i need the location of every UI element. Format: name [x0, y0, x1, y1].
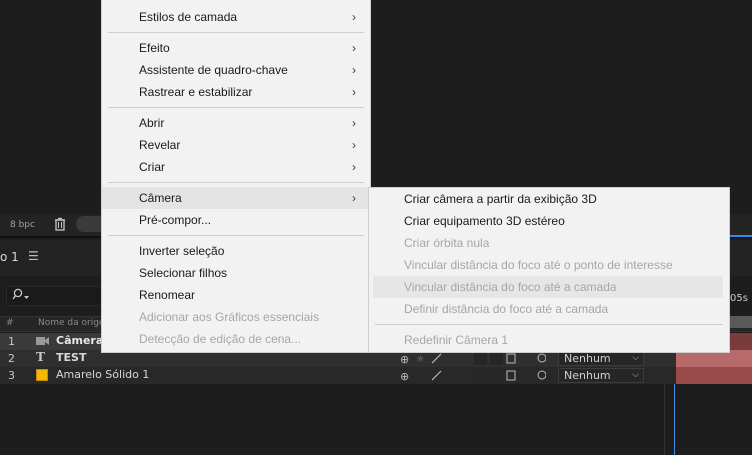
menu-item-keyframe-assistant[interactable]: Assistente de quadro-chave ›	[102, 59, 370, 81]
menu-item-label: Criar	[139, 160, 165, 174]
menu-item-label: Pré-compor...	[139, 213, 212, 227]
menu-item-label: Renomear	[139, 288, 196, 302]
menu-top-cut	[102, 0, 370, 3]
chevron-right-icon: ›	[352, 191, 356, 205]
submenu-item-link-focus-to-poi: Vincular distância do foco até o ponto d…	[369, 254, 729, 276]
submenu-item-create-orbit-null: Criar órbita nula	[369, 232, 729, 254]
parent-link-value: Nenhum	[564, 352, 611, 365]
submenu-item-label: Criar órbita nula	[404, 236, 490, 250]
chevron-right-icon: ›	[352, 160, 356, 174]
submenu-item-label: Vincular distância do foco até o ponto d…	[404, 258, 673, 272]
menu-item-track-stabilize[interactable]: Rastrear e estabilizar ›	[102, 81, 370, 103]
layer-context-menu: Estilos de camada › Efeito › Assistente de…	[101, 0, 371, 353]
timeline-divider	[664, 384, 665, 455]
bit-depth-label[interactable]: 8 bpc	[10, 218, 40, 232]
parent-link-dropdown[interactable]: Nenhum ⌵	[558, 368, 644, 383]
menu-item-open[interactable]: Abrir ›	[102, 112, 370, 134]
trash-icon[interactable]	[52, 216, 68, 232]
layer-number: 1	[8, 335, 15, 348]
submenu-item-label: Criar equipamento 3D estéreo	[404, 214, 565, 228]
menu-item-label: Estilos de camada	[139, 10, 238, 24]
submenu-item-label: Redefinir Câmera 1	[404, 333, 509, 347]
time-ruler-label: 05s	[730, 293, 748, 304]
submenu-item-label: Definir distância do foco até a camada	[404, 302, 609, 316]
layer-number: 3	[8, 369, 15, 382]
current-time-indicator-line	[674, 384, 675, 455]
menu-separator	[108, 182, 364, 183]
layer-number: 2	[8, 352, 15, 365]
menu-item-label: Rastrear e estabilizar	[139, 85, 253, 99]
camera-icon	[36, 335, 49, 347]
layer-name[interactable]: TEST	[56, 351, 86, 364]
svg-text:⊕: ⊕	[400, 353, 409, 366]
camera-submenu: Criar câmera a partir da exibição 3D Cri…	[368, 187, 730, 353]
submenu-item-link-focus-to-layer: Vincular distância do foco até a camada	[373, 276, 723, 298]
layer-duration-bar[interactable]	[676, 367, 752, 384]
submenu-item-set-focus-to-layer: Definir distância do foco até a camada	[369, 298, 729, 320]
panel-menu-icon[interactable]: ☰	[28, 250, 39, 262]
menu-item-label: Assistente de quadro-chave	[139, 63, 288, 77]
layer-switches[interactable]: ⊕ ☼	[396, 351, 547, 366]
layer-name[interactable]: Amarelo Sólido 1	[56, 368, 149, 381]
menu-item-label: Efeito	[139, 41, 170, 55]
menu-item-label: Adicionar aos Gráficos essenciais	[139, 310, 320, 324]
layer-switches[interactable]: ⊕	[396, 368, 547, 383]
svg-text:⊕: ⊕	[400, 370, 409, 383]
submenu-item-create-camera-from-3d-view[interactable]: Criar câmera a partir da exibição 3D	[369, 188, 729, 210]
menu-item-effect[interactable]: Efeito ›	[102, 37, 370, 59]
parent-link-dropdown[interactable]: Nenhum ⌵	[558, 351, 644, 366]
menu-item-layer-styles[interactable]: Estilos de camada ›	[102, 6, 370, 28]
timeline-empty-area	[0, 384, 752, 455]
menu-separator	[108, 32, 364, 33]
menu-item-rename[interactable]: Renomear	[102, 284, 370, 306]
submenu-item-label: Vincular distância do foco até a camada	[404, 280, 617, 294]
menu-separator	[108, 107, 364, 108]
chevron-right-icon: ›	[352, 10, 356, 24]
menu-item-precompose[interactable]: Pré-compor...	[102, 209, 370, 231]
menu-item-label: Câmera	[139, 191, 182, 205]
chevron-right-icon: ›	[352, 138, 356, 152]
chevron-down-icon: ⌵	[632, 370, 639, 380]
chevron-right-icon: ›	[352, 85, 356, 99]
menu-item-label: Selecionar filhos	[139, 266, 228, 280]
menu-separator	[375, 324, 723, 325]
text-layer-icon: T	[36, 350, 45, 364]
column-header-number: #	[6, 318, 14, 328]
chevron-right-icon: ›	[352, 41, 356, 55]
svg-text:☼: ☼	[416, 355, 424, 365]
chevron-right-icon: ›	[352, 63, 356, 77]
layer-row[interactable]: 3 Amarelo Sólido 1 ⊕ Nenhum ⌵	[0, 367, 752, 384]
menu-item-label: Inverter seleção	[139, 244, 225, 258]
parent-link-value: Nenhum	[564, 369, 611, 382]
menu-item-camera[interactable]: Câmera ›	[102, 187, 370, 209]
search-icon	[12, 288, 32, 304]
chevron-down-icon: ⌵	[632, 353, 639, 363]
menu-separator	[108, 235, 364, 236]
menu-item-scene-edit-detection: Detecção de edição de cena...	[102, 328, 370, 350]
menu-item-invert-selection[interactable]: Inverter seleção	[102, 240, 370, 262]
menu-item-select-children[interactable]: Selecionar filhos	[102, 262, 370, 284]
submenu-item-create-stereo-3d-rig[interactable]: Criar equipamento 3D estéreo	[369, 210, 729, 232]
menu-item-add-to-essential-graphics: Adicionar aos Gráficos essenciais	[102, 306, 370, 328]
menu-item-label: Abrir	[139, 116, 165, 130]
menu-item-reveal[interactable]: Revelar ›	[102, 134, 370, 156]
menu-item-create[interactable]: Criar ›	[102, 156, 370, 178]
after-effects-window: 8 bpc o 1 ☰ 05s # Nome da origem 1 Câmer…	[0, 0, 752, 455]
menu-item-label: Revelar	[139, 138, 181, 152]
submenu-item-label: Criar câmera a partir da exibição 3D	[404, 192, 597, 206]
submenu-item-reset-camera: Redefinir Câmera 1	[369, 329, 729, 351]
solid-color-icon	[36, 369, 48, 381]
composition-tab-title[interactable]: o 1	[0, 250, 19, 264]
chevron-right-icon: ›	[352, 116, 356, 130]
menu-item-label: Detecção de edição de cena...	[139, 332, 302, 346]
